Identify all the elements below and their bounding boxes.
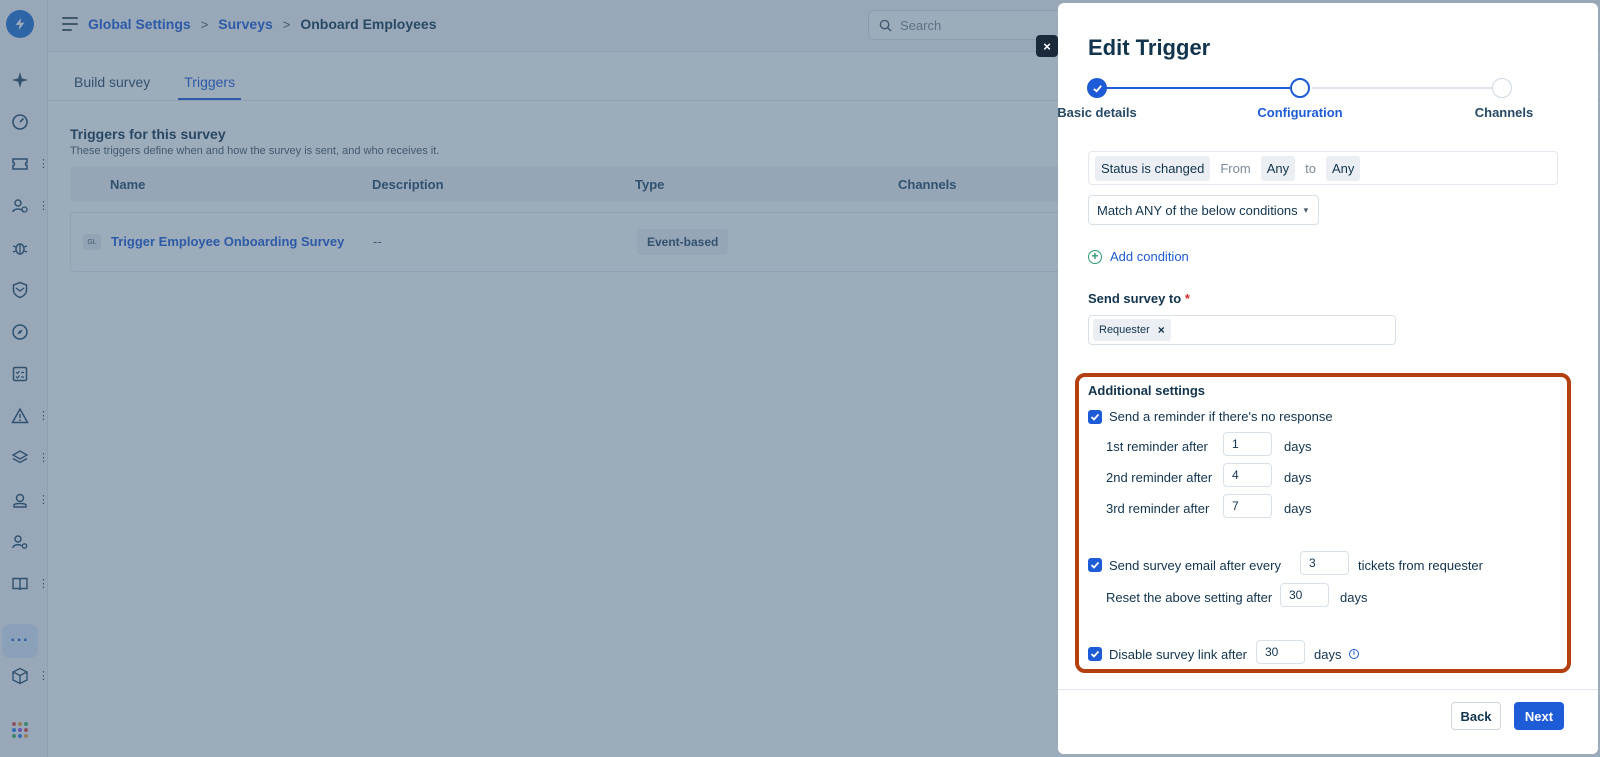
- frequency-checkbox[interactable]: [1088, 558, 1102, 572]
- plus-circle-icon: +: [1088, 249, 1102, 264]
- reminder-2-input[interactable]: 4: [1223, 463, 1272, 487]
- step-done-check-icon[interactable]: [1087, 78, 1107, 98]
- reminder-label: Send a reminder if there's no response: [1109, 409, 1333, 424]
- match-select-value: Match ANY of the below conditions: [1097, 202, 1298, 218]
- step-todo-indicator[interactable]: [1492, 78, 1512, 98]
- add-condition-button[interactable]: + Add condition: [1088, 249, 1189, 264]
- reset-input[interactable]: 30: [1280, 583, 1329, 607]
- next-button[interactable]: Next: [1514, 702, 1564, 730]
- reminder-2-label: 2nd reminder after: [1106, 470, 1213, 485]
- disable-link-checkbox[interactable]: [1088, 647, 1102, 661]
- step-current-indicator[interactable]: [1290, 78, 1310, 98]
- info-icon[interactable]: i: [1349, 649, 1359, 659]
- event-chip[interactable]: Status is changed: [1095, 155, 1211, 181]
- back-button[interactable]: Back: [1451, 702, 1501, 730]
- reminder-3-unit: days: [1284, 501, 1312, 516]
- reset-label: Reset the above setting after: [1106, 590, 1273, 605]
- stepper: Basic details Configuration Channels: [1058, 75, 1598, 125]
- disable-link-unit: days: [1314, 647, 1342, 662]
- step-connector: [1312, 87, 1492, 89]
- reminder-3-input[interactable]: 7: [1223, 494, 1272, 518]
- reminder-3-label: 3rd reminder after: [1106, 501, 1210, 516]
- reset-unit: days: [1340, 590, 1368, 605]
- remove-tag-icon[interactable]: ×: [1158, 323, 1165, 337]
- frequency-label: Send survey email after every: [1109, 558, 1281, 573]
- required-mark: *: [1184, 291, 1190, 306]
- step-connector: [1104, 87, 1290, 89]
- send-survey-to-field[interactable]: Requester ×: [1088, 315, 1396, 345]
- send-survey-to-text: Send survey to: [1088, 291, 1182, 306]
- from-value-chip[interactable]: Any: [1260, 155, 1296, 181]
- recipient-tag-label: Requester: [1099, 324, 1150, 336]
- chevron-down-icon: ▾: [1303, 204, 1309, 215]
- step-label-configuration[interactable]: Configuration: [1257, 105, 1342, 120]
- reminder-1-label: 1st reminder after: [1106, 439, 1208, 454]
- edit-trigger-drawer: Edit Trigger Basic details Configuration…: [1058, 3, 1598, 754]
- step-label-channels[interactable]: Channels: [1475, 105, 1534, 120]
- from-label: From: [1220, 160, 1251, 176]
- event-condition-row: Status is changed From Any to Any: [1088, 151, 1558, 185]
- disable-link-label: Disable survey link after: [1109, 647, 1247, 662]
- send-survey-to-label: Send survey to *: [1088, 291, 1190, 306]
- disable-link-input[interactable]: 30: [1256, 640, 1305, 664]
- drawer-title: Edit Trigger: [1088, 35, 1211, 60]
- reminder-checkbox[interactable]: [1088, 410, 1102, 424]
- drawer-footer: Back Next: [1058, 689, 1598, 754]
- add-condition-label: Add condition: [1110, 249, 1189, 264]
- reminder-1-unit: days: [1284, 439, 1312, 454]
- step-label-basic-details[interactable]: Basic details: [1058, 105, 1137, 120]
- to-value-chip[interactable]: Any: [1325, 155, 1361, 181]
- frequency-suffix: tickets from requester: [1358, 558, 1483, 573]
- frequency-input[interactable]: 3: [1300, 551, 1349, 575]
- recipient-tag: Requester ×: [1093, 319, 1171, 341]
- close-drawer-button[interactable]: ×: [1036, 35, 1058, 57]
- match-conditions-select[interactable]: Match ANY of the below conditions ▾: [1088, 195, 1319, 225]
- reminder-1-input[interactable]: 1: [1223, 432, 1272, 456]
- additional-settings-title: Additional settings: [1088, 383, 1205, 398]
- to-label: to: [1305, 160, 1316, 176]
- reminder-2-unit: days: [1284, 470, 1312, 485]
